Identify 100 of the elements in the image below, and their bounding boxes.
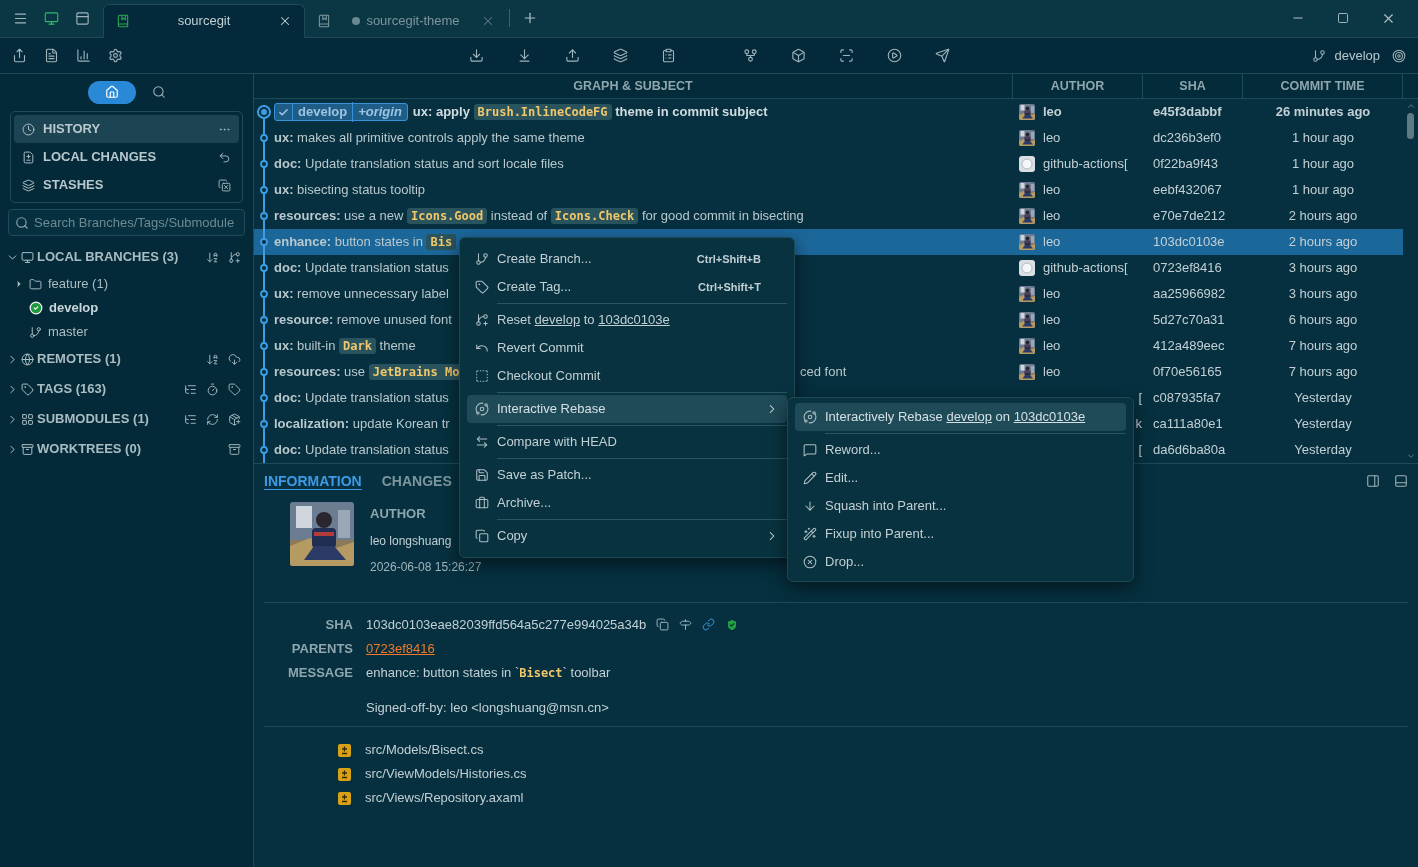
workspace-icon[interactable]	[44, 10, 59, 26]
add-tab-icon[interactable]	[522, 10, 538, 26]
home-button[interactable]	[87, 80, 136, 104]
patch-icon[interactable]	[660, 48, 676, 63]
detail-tab[interactable]: CHANGES	[381, 470, 452, 492]
search-field[interactable]: Search Branches/Tags/Submodule	[8, 209, 245, 236]
new-branch-icon[interactable]	[228, 250, 241, 264]
sort-icon[interactable]	[206, 250, 219, 264]
commit-subject: ux: built-in Dark theme	[274, 337, 416, 356]
add-worktree-icon[interactable]	[228, 442, 241, 456]
sha-cell-text: aa25966982	[1152, 285, 1227, 304]
menu-item[interactable]: Archive...	[467, 489, 787, 517]
tree-item[interactable]: master	[0, 320, 253, 344]
author-name: leo	[1043, 233, 1061, 252]
play-icon[interactable]	[886, 48, 902, 63]
sha-value: 103dc0103eae82039ffd564a5c277e994025a34b	[366, 616, 647, 634]
menu-item[interactable]: Interactively Rebase develop on 103dc0103e	[795, 403, 1126, 431]
layout-icon[interactable]	[1366, 474, 1380, 488]
file-path[interactable]: src/Views/Repository.axaml	[365, 788, 524, 808]
menu-icon[interactable]	[13, 10, 28, 26]
field-label: MESSAGE	[287, 664, 353, 682]
cloud-icon[interactable]	[228, 352, 241, 366]
panel-icon[interactable]	[75, 10, 90, 26]
copy-icon[interactable]	[656, 618, 670, 632]
settings-icon[interactable]	[108, 48, 123, 63]
locate-icon[interactable]	[1392, 48, 1406, 63]
menu-item[interactable]: Fixup into Parent...	[795, 520, 1126, 548]
log-icon[interactable]	[44, 48, 59, 63]
menu-item-label: Reword...	[825, 441, 881, 460]
refresh-icon[interactable]	[206, 412, 219, 426]
tree-item[interactable]: feature (1)	[0, 272, 253, 296]
tag-icon	[21, 382, 34, 396]
wand-icon	[803, 527, 817, 541]
link-icon[interactable]	[702, 618, 716, 632]
tree-section[interactable]: TAGS (163)	[0, 374, 253, 404]
menu-item[interactable]: Reset develop to 103dc0103e	[467, 306, 787, 334]
tree-section[interactable]: LOCAL BRANCHES (3)	[0, 242, 253, 272]
nav-item[interactable]: LOCAL CHANGES	[14, 143, 239, 171]
tree-section[interactable]: SUBMODULES (1)	[0, 404, 253, 434]
file-path[interactable]: src/ViewModels/Histories.cs	[365, 764, 527, 784]
signpost-icon[interactable]	[679, 618, 693, 632]
nav-item[interactable]: HISTORY	[14, 115, 239, 143]
maximize-icon[interactable]	[1337, 12, 1349, 24]
author-name: leo	[1043, 129, 1061, 148]
monitor-icon	[21, 250, 34, 264]
column-header[interactable]: COMMIT TIME	[1243, 74, 1403, 98]
detail-tab[interactable]: INFORMATION	[264, 470, 362, 492]
statistics-icon[interactable]	[76, 48, 91, 63]
sort-icon[interactable]	[206, 352, 219, 366]
menu-item[interactable]: Edit...	[795, 464, 1126, 492]
box-icon[interactable]	[790, 48, 806, 63]
tree-list-icon[interactable]	[184, 382, 197, 396]
tab[interactable]: sourcegit	[103, 4, 305, 38]
menu-item[interactable]: Checkout Commit	[467, 362, 787, 390]
shield-icon[interactable]	[725, 617, 740, 632]
menu-item[interactable]: Squash into Parent...	[795, 492, 1126, 520]
tab[interactable]: sourcegit-theme	[305, 4, 507, 38]
undo-icon[interactable]	[218, 150, 231, 164]
menu-item-label: Revert Commit	[497, 339, 584, 358]
tree-section[interactable]: REMOTES (1)	[0, 344, 253, 374]
menu-item[interactable]: Save as Patch...	[467, 461, 787, 489]
column-header[interactable]: SHA	[1143, 74, 1243, 98]
commit-message: enhance: button states in `Bisect` toolbar	[366, 664, 611, 682]
menu-item[interactable]: Drop...	[795, 548, 1126, 576]
stash-icon[interactable]	[612, 48, 628, 63]
close-icon[interactable]	[278, 14, 292, 28]
branch-fork-icon[interactable]	[742, 48, 758, 63]
layout-icon[interactable]	[1394, 474, 1408, 488]
new-tag-icon[interactable]	[228, 382, 241, 396]
rebase-icon	[475, 402, 489, 416]
column-header[interactable]: GRAPH & SUBJECT	[254, 74, 1013, 98]
add-package-icon[interactable]	[228, 412, 241, 426]
scan-icon[interactable]	[838, 48, 854, 63]
tree-section[interactable]: WORKTREES (0)	[0, 434, 253, 464]
search-icon[interactable]	[151, 85, 166, 99]
parent-link[interactable]: 0723ef8416	[366, 639, 435, 659]
clear-icon[interactable]	[218, 178, 231, 192]
author-name: leo	[1043, 337, 1061, 356]
current-branch[interactable]: develop	[1334, 45, 1380, 66]
scrollbar-thumb[interactable]	[1407, 113, 1414, 139]
column-header[interactable]: AUTHOR	[1013, 74, 1143, 98]
sha-cell-text: e70e7de212	[1152, 207, 1227, 226]
nav-item[interactable]: STASHES	[14, 171, 239, 199]
menu-item[interactable]: Interactive Rebase	[467, 395, 787, 423]
fetch-icon[interactable]	[468, 48, 484, 63]
send-icon[interactable]	[934, 48, 950, 63]
author-name: github-actions[	[1043, 259, 1128, 278]
book-icon	[317, 14, 331, 28]
menu-item-label: Save as Patch...	[497, 466, 592, 485]
menu-item[interactable]: Copy	[467, 522, 787, 550]
share-icon[interactable]	[12, 48, 27, 63]
menu-item[interactable]: Compare with HEAD	[467, 428, 787, 456]
tree-item[interactable]: develop	[0, 296, 253, 320]
file-path[interactable]: src/Models/Bisect.cs	[365, 740, 484, 760]
menu-item[interactable]: Revert Commit	[467, 334, 787, 362]
tree-list-icon[interactable]	[184, 412, 197, 426]
timer-icon[interactable]	[206, 382, 219, 396]
menu-item[interactable]: Reword...	[795, 436, 1126, 464]
menu-item[interactable]: Create Tag... Ctrl+Shift+T	[467, 273, 787, 301]
push-icon[interactable]	[564, 48, 580, 63]
